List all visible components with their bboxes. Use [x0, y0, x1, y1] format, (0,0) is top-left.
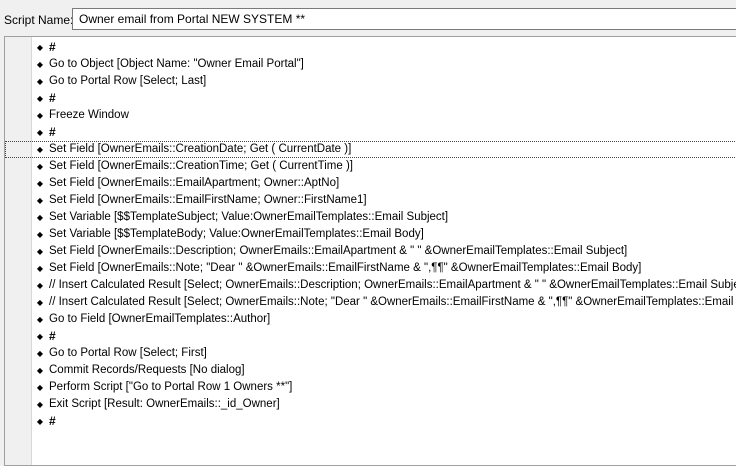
- comment-step-text: #: [49, 329, 56, 343]
- script-step[interactable]: ◆ Go to Field [OwnerEmailTemplates::Autho…: [5, 311, 736, 328]
- script-step[interactable]: ◆ // Insert Calculated Result [Select; Ow…: [5, 294, 736, 311]
- script-step[interactable]: ◆ Set Field [OwnerEmails::EmailFirstName;…: [5, 192, 736, 209]
- script-step-text: Freeze Window: [49, 109, 129, 121]
- script-step[interactable]: ◆ Set Field [OwnerEmails::Note; "Dear " &…: [5, 260, 736, 277]
- script-step[interactable]: ◆ Go to Portal Row [Select; First]: [5, 345, 736, 362]
- script-step[interactable]: ◆ Commit Records/Requests [No dialog]: [5, 362, 736, 379]
- drag-handle-icon[interactable]: ◆: [35, 294, 45, 311]
- script-step[interactable]: ◆ Go to Portal Row [Select; Last]: [5, 73, 736, 90]
- script-step-text: Set Field [OwnerEmails::Description; Own…: [49, 245, 628, 257]
- drag-handle-icon[interactable]: ◆: [35, 345, 45, 362]
- script-step-text: Go to Portal Row [Select; First]: [49, 347, 207, 359]
- drag-handle-icon[interactable]: ◆: [35, 328, 45, 345]
- script-step[interactable]: ◆ Go to Object [Object Name: "Owner Email…: [5, 56, 736, 73]
- script-step-text: Commit Records/Requests [No dialog]: [49, 364, 245, 376]
- drag-handle-icon[interactable]: ◆: [35, 260, 45, 277]
- drag-handle-icon[interactable]: ◆: [35, 124, 45, 141]
- comment-step-text: #: [49, 125, 56, 139]
- script-step[interactable]: ◆ Set Field [OwnerEmails::CreationTime; G…: [5, 158, 736, 175]
- drag-handle-icon[interactable]: ◆: [35, 175, 45, 192]
- drag-handle-icon[interactable]: ◆: [35, 107, 45, 124]
- script-step-text: // Insert Calculated Result [Select; Own…: [49, 279, 736, 291]
- drag-handle-icon[interactable]: ◆: [35, 226, 45, 243]
- drag-handle-icon[interactable]: ◆: [35, 362, 45, 379]
- script-step[interactable]: ◆ Set Variable [$$TemplateBody; Value:Own…: [5, 226, 736, 243]
- script-name-label: Script Name:: [4, 13, 74, 27]
- drag-handle-icon[interactable]: ◆: [35, 158, 45, 175]
- drag-handle-icon[interactable]: ◆: [35, 56, 45, 73]
- drag-handle-icon[interactable]: ◆: [35, 73, 45, 90]
- script-step[interactable]: ◆ #: [5, 413, 736, 430]
- script-step[interactable]: ◆ #: [5, 328, 736, 345]
- script-step[interactable]: ◆ Perform Script ["Go to Portal Row 1 Own…: [5, 379, 736, 396]
- script-step[interactable]: ◆ Set Field [OwnerEmails::EmailApartment;…: [5, 175, 736, 192]
- drag-handle-icon[interactable]: ◆: [35, 277, 45, 294]
- script-step-text: Set Field [OwnerEmails::CreationDate; Ge…: [49, 143, 352, 155]
- script-step[interactable]: ◆ Freeze Window: [5, 107, 736, 124]
- script-step-text: Set Field [OwnerEmails::Note; "Dear " &O…: [49, 262, 642, 274]
- comment-step-text: #: [49, 91, 56, 105]
- script-step-text: Set Field [OwnerEmails::EmailFirstName; …: [49, 194, 367, 206]
- script-step-text: Perform Script ["Go to Portal Row 1 Owne…: [49, 381, 293, 393]
- script-step-text: Set Variable [$$TemplateBody; Value:Owne…: [49, 228, 424, 240]
- script-step-text: Exit Script [Result: OwnerEmails::_id_Ow…: [49, 398, 280, 410]
- script-name-input[interactable]: [72, 8, 736, 30]
- drag-handle-icon[interactable]: ◆: [35, 39, 45, 56]
- drag-handle-icon[interactable]: ◆: [35, 379, 45, 396]
- script-step[interactable]: ◆ Exit Script [Result: OwnerEmails::_id_O…: [5, 396, 736, 413]
- script-step[interactable]: ◆ Set Field [OwnerEmails::CreationDate; G…: [5, 141, 736, 158]
- script-step[interactable]: ◆ #: [5, 90, 736, 107]
- drag-handle-icon[interactable]: ◆: [35, 311, 45, 328]
- script-step-text: Set Variable [$$TemplateSubject; Value:O…: [49, 211, 449, 223]
- comment-step-text: #: [49, 414, 56, 428]
- script-steps-list: ◆ # ◆ Go to Object [Object Name: "Owner Ema…: [5, 39, 736, 430]
- script-step-text: Set Field [OwnerEmails::EmailApartment; …: [49, 177, 340, 189]
- script-name-bar: Script Name:: [0, 0, 736, 40]
- script-step-text: Go to Field [OwnerEmailTemplates::Author…: [49, 313, 271, 325]
- drag-handle-icon[interactable]: ◆: [35, 209, 45, 226]
- drag-handle-icon[interactable]: ◆: [35, 413, 45, 430]
- script-step[interactable]: ◆ // Insert Calculated Result [Select; Ow…: [5, 277, 736, 294]
- drag-handle-icon[interactable]: ◆: [35, 192, 45, 209]
- script-step[interactable]: ◆ Set Variable [$$TemplateSubject; Value:…: [5, 209, 736, 226]
- comment-step-text: #: [49, 40, 56, 54]
- script-step-text: Go to Object [Object Name: "Owner Email …: [49, 58, 304, 70]
- script-step[interactable]: ◆ Set Field [OwnerEmails::Description; Ow…: [5, 243, 736, 260]
- drag-handle-icon[interactable]: ◆: [35, 396, 45, 413]
- drag-handle-icon[interactable]: ◆: [35, 90, 45, 107]
- drag-handle-icon[interactable]: ◆: [35, 243, 45, 260]
- script-step[interactable]: ◆ #: [5, 124, 736, 141]
- script-step-text: // Insert Calculated Result [Select; Own…: [49, 296, 736, 308]
- script-step[interactable]: ◆ #: [5, 39, 736, 56]
- script-step-text: Go to Portal Row [Select; Last]: [49, 75, 207, 87]
- script-step-text: Set Field [OwnerEmails::CreationTime; Ge…: [49, 160, 353, 172]
- drag-handle-icon[interactable]: ◆: [35, 141, 45, 158]
- script-steps-panel[interactable]: ◆ # ◆ Go to Object [Object Name: "Owner Ema…: [4, 36, 736, 466]
